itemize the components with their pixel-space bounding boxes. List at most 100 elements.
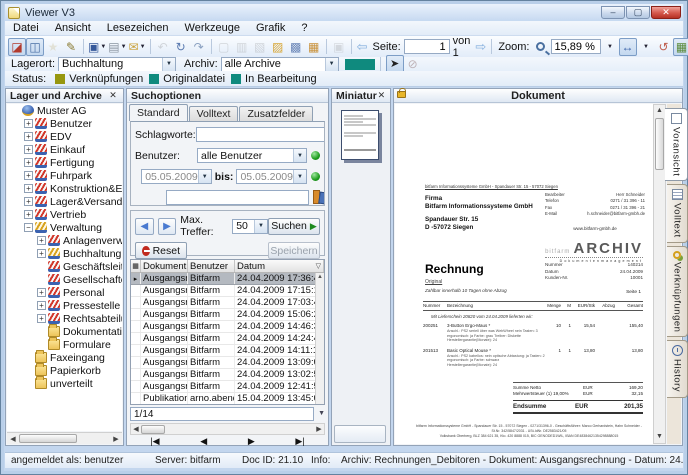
speichern-icon[interactable]: ▣▼ [87, 38, 107, 56]
table-row[interactable]: AusgangsrechBitfarm24.04.2009 15:06:22 [131, 309, 324, 321]
senden-icon[interactable]: ✉▼ [128, 38, 147, 56]
tree-item[interactable]: Faxeingang [7, 351, 122, 364]
maximize-button[interactable]: ▢ [626, 6, 650, 19]
zoom-tool-button[interactable] [533, 38, 551, 56]
tree-item[interactable]: unverteilt [7, 377, 122, 390]
document-viewer[interactable]: bitfarm Informationssysteme GmbH - Spand… [395, 104, 653, 444]
close-button[interactable]: ✕ [651, 6, 681, 19]
tree-expander-icon[interactable]: + [24, 158, 33, 167]
tree-expander-icon[interactable]: + [37, 301, 46, 310]
tree-item[interactable]: +Buchhaltung [7, 247, 122, 260]
side-tab-verknüpfungen[interactable]: Verknüpfungen [667, 246, 688, 337]
tree-item[interactable]: +Lager&Versand [7, 195, 122, 208]
menu-item-?[interactable]: ? [293, 22, 315, 34]
page-next-icon[interactable]: ⇨ [475, 39, 486, 55]
tree-item[interactable]: +Fuhrpark [7, 169, 122, 182]
archiv-select[interactable]: alle Archive▼ [221, 57, 339, 72]
tree-item[interactable]: −Verwaltung [7, 221, 122, 234]
tree-item[interactable]: +Benutzer [7, 117, 122, 130]
side-tab-history[interactable]: History [667, 340, 688, 397]
title-bar[interactable]: Viewer V3 – ▢ ✕ [5, 4, 683, 21]
zoom-dropdown[interactable]: ▼ [601, 38, 619, 56]
tree-item[interactable]: +Einkauf [7, 143, 122, 156]
result-next-button[interactable]: ▶ [158, 218, 177, 235]
lager-panel-close-icon[interactable]: ✕ [107, 90, 119, 101]
tree-expander-icon[interactable]: + [24, 119, 33, 128]
table-row[interactable]: AusgangsrechBitfarm24.04.2009 14:11:10 [131, 345, 324, 357]
table-row[interactable]: AusgangsrechBitfarm24.04.2009 17:15:19 [131, 285, 324, 297]
menu-item-werkzeuge[interactable]: Werkzeuge [177, 22, 248, 34]
fit-width-button[interactable]: ↔ [619, 38, 637, 56]
table-row[interactable]: AusgangsrechBitfarm24.04.2009 14:24:49 [131, 333, 324, 345]
table-row[interactable]: AusgangsrechBitfarm24.04.2009 17:03:43 [131, 297, 324, 309]
tree-expander-icon[interactable]: + [37, 236, 46, 245]
table-row[interactable]: AusgangsrechBitfarm24.04.2009 13:02:50 [131, 369, 324, 381]
suchen-button[interactable]: Suchen▶ [268, 218, 320, 235]
volltext-input[interactable] [166, 190, 309, 205]
prev-record-button[interactable]: ◀ [200, 436, 207, 447]
favorit-icon[interactable]: ★ [44, 38, 62, 56]
menu-item-lesezeichen[interactable]: Lesezeichen [99, 22, 177, 34]
page-thumbnail[interactable] [341, 110, 379, 160]
menu-item-grafik[interactable]: Grafik [248, 22, 293, 34]
ansicht-wechseln-icon[interactable]: ◪ [8, 38, 26, 56]
drucken-icon[interactable]: ▤▼ [107, 38, 127, 56]
table-row[interactable]: AusgangsrechBitfarm24.04.2009 13:09:06 [131, 357, 324, 369]
tree-hscrollbar[interactable]: ◀ ▶ [7, 432, 122, 444]
menu-item-datei[interactable]: Datei [5, 22, 47, 34]
tree-item[interactable]: Dokumentationen&Org [7, 325, 122, 338]
tab-zusatzfelder[interactable]: Zusatzfelder [239, 106, 313, 121]
dokument-neu-icon[interactable]: ▢ [215, 38, 233, 56]
tree-expander-icon[interactable]: + [24, 132, 33, 141]
miniatur-footer-button[interactable] [334, 425, 386, 443]
side-tab-volltext[interactable]: Volltext [667, 184, 688, 243]
first-record-button[interactable]: |◀ [150, 436, 159, 447]
undo-icon[interactable]: ↶ [154, 38, 172, 56]
books-icon[interactable] [312, 191, 320, 204]
result-prev-button[interactable]: ◀ [135, 218, 154, 235]
lagerort-select[interactable]: Buchhaltung▼ [58, 57, 176, 72]
image-enhance-button[interactable]: ▦ [673, 38, 688, 56]
column-header[interactable]: Benutzer [188, 260, 235, 272]
tree-item[interactable]: +Fertigung [7, 156, 122, 169]
stapel-icon[interactable]: ▩ [287, 38, 305, 56]
rotate-left-button[interactable]: ↺ [655, 38, 673, 56]
column-header[interactable]: Datum▽ [235, 260, 324, 272]
tree-item[interactable]: Muster AG [7, 104, 122, 117]
tree-expander-icon[interactable]: + [37, 288, 46, 297]
page-prev-icon[interactable]: ⇦ [357, 39, 368, 55]
schlagworte-input[interactable] [196, 127, 325, 142]
page-input[interactable] [404, 39, 450, 54]
dokument-verschieben-icon[interactable]: ▧ [251, 38, 269, 56]
tree-expander-icon[interactable]: + [24, 171, 33, 180]
tree-expander-icon[interactable]: + [24, 197, 33, 206]
next-record-button[interactable]: ▶ [248, 436, 255, 447]
ablage-icon[interactable]: ▨ [269, 38, 287, 56]
table-row[interactable]: AusgangsrechBitfarm24.04.2009 12:41:59 [131, 381, 324, 393]
tree-expander-icon[interactable]: + [24, 145, 33, 154]
results-hscrollbar[interactable]: ◀ ▶ [130, 423, 325, 435]
tree-item[interactable]: +Vertrieb [7, 208, 122, 221]
table-row[interactable]: AusgangsrechBitfarm24.04.2009 14:46:33 [131, 321, 324, 333]
tree-expander-icon[interactable]: + [37, 314, 46, 323]
tree-item[interactable]: Formulare [7, 338, 122, 351]
minimize-button[interactable]: – [601, 6, 625, 19]
table-row[interactable]: ▸AusgangsrechBitfarm24.04.2009 17:36:49 [131, 273, 324, 285]
speichern-button[interactable]: Speichern [268, 242, 320, 259]
tree-item[interactable]: +Rechtsabteilung [7, 312, 122, 325]
tree-expander-icon[interactable]: + [37, 249, 46, 258]
zoom-input[interactable] [551, 39, 601, 54]
sperren-icon[interactable]: ▣ [330, 38, 348, 56]
side-tab-voransicht[interactable]: Voransicht [665, 108, 688, 181]
results-vscrollbar[interactable]: ▲ [315, 273, 324, 404]
table-row[interactable]: Publikation-Loarno.abend15.04.2009 13:45… [131, 393, 324, 405]
panel-layout-icon[interactable]: ◫ [26, 38, 44, 56]
reset-button[interactable]: Reset [135, 242, 187, 259]
tree-item[interactable]: Papierkorb [7, 364, 122, 377]
benutzer-select[interactable]: alle Benutzer▼ [197, 148, 307, 163]
tree-item[interactable]: +Anlagenverwaltung [7, 234, 122, 247]
tab-standard[interactable]: Standard [129, 104, 188, 121]
date-from-select[interactable]: 05.05.2009▼ [141, 169, 212, 184]
last-record-button[interactable]: ▶| [295, 436, 304, 447]
mappe-icon[interactable]: ▦ [305, 38, 323, 56]
